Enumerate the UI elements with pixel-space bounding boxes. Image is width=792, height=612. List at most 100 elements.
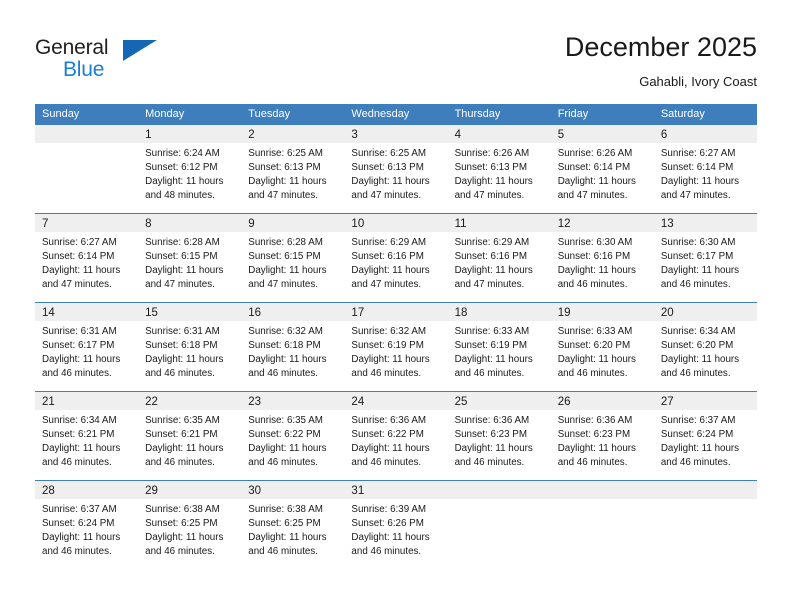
calendar-page: General Blue December 2025 Gahabli, Ivor…	[0, 0, 792, 612]
day-cell[interactable]: 24 Sunrise: 6:36 AM Sunset: 6:22 PM Dayligh…	[344, 392, 448, 480]
week-row: 1 Sunrise: 6:24 AM Sunset: 6:12 PM Daylight…	[35, 124, 757, 213]
daylight-text-line1: Daylight: 11 hours	[248, 176, 327, 188]
sunrise-text: Sunrise: 6:30 AM	[557, 237, 633, 248]
day-number: 4	[454, 129, 461, 141]
day-cell[interactable]: 31 Sunrise: 6:39 AM Sunset: 6:26 PM Dayligh…	[344, 481, 448, 569]
calendar-grid: Sunday Monday Tuesday Wednesday Thursday…	[35, 104, 757, 569]
day-cell[interactable]: 4 Sunrise: 6:26 AM Sunset: 6:13 PM Daylight…	[447, 125, 551, 213]
daylight-text-line1: Daylight: 11 hours	[145, 176, 224, 188]
day-number-bar: 17	[344, 303, 448, 321]
daylight-text-line1: Daylight: 11 hours	[454, 176, 533, 188]
day-cell[interactable]: 25 Sunrise: 6:36 AM Sunset: 6:23 PM Dayligh…	[447, 392, 551, 480]
sunrise-text: Sunrise: 6:29 AM	[351, 237, 427, 248]
day-cell[interactable]: 15 Sunrise: 6:31 AM Sunset: 6:18 PM Dayligh…	[138, 303, 242, 391]
day-cell[interactable]: 22 Sunrise: 6:35 AM Sunset: 6:21 PM Dayligh…	[138, 392, 242, 480]
day-cell[interactable]: 23 Sunrise: 6:35 AM Sunset: 6:22 PM Dayligh…	[241, 392, 345, 480]
day-cell[interactable]: 16 Sunrise: 6:32 AM Sunset: 6:18 PM Dayligh…	[241, 303, 345, 391]
daylight-text-line1: Daylight: 11 hours	[145, 443, 224, 455]
day-cell[interactable]: 8 Sunrise: 6:28 AM Sunset: 6:15 PM Daylight…	[138, 214, 242, 302]
day-number: 23	[248, 396, 262, 408]
day-number-bar	[447, 481, 551, 499]
weekday-header-tuesday: Tuesday	[248, 108, 291, 120]
sunrise-text: Sunrise: 6:31 AM	[42, 326, 117, 337]
day-number-bar: 25	[447, 392, 551, 410]
day-details: Sunrise: 6:35 AM Sunset: 6:22 PM Daylight:…	[241, 410, 344, 470]
day-number-bar: 8	[138, 214, 242, 232]
day-cell[interactable]: 1 Sunrise: 6:24 AM Sunset: 6:12 PM Daylight…	[138, 125, 242, 213]
daylight-text-line2: and 46 minutes.	[145, 368, 215, 380]
day-details	[448, 499, 551, 503]
day-number: 1	[145, 129, 152, 141]
day-cell[interactable]: 12 Sunrise: 6:30 AM Sunset: 6:16 PM Dayligh…	[550, 214, 654, 302]
sunrise-text: Sunrise: 6:32 AM	[351, 326, 427, 337]
day-cell[interactable]: 3 Sunrise: 6:25 AM Sunset: 6:13 PM Daylight…	[344, 125, 448, 213]
sunrise-text: Sunrise: 6:33 AM	[557, 326, 633, 337]
sunset-text: Sunset: 6:19 PM	[454, 340, 527, 352]
day-number-bar: 9	[241, 214, 345, 232]
day-number-bar: 19	[550, 303, 654, 321]
day-number-bar	[550, 481, 654, 499]
day-cell[interactable]: 20 Sunrise: 6:34 AM Sunset: 6:20 PM Dayligh…	[653, 303, 757, 391]
logo-text-blue: Blue	[63, 58, 105, 81]
sunset-text: Sunset: 6:22 PM	[351, 429, 424, 441]
sunrise-text: Sunrise: 6:36 AM	[454, 415, 530, 426]
week-row: 21 Sunrise: 6:34 AM Sunset: 6:21 PM Dayligh…	[35, 391, 757, 480]
day-number-bar: 4	[447, 125, 551, 143]
day-number: 11	[454, 218, 467, 230]
day-cell[interactable]: 5 Sunrise: 6:26 AM Sunset: 6:14 PM Daylight…	[550, 125, 654, 213]
day-number-bar: 20	[653, 303, 757, 321]
day-cell[interactable]: 10 Sunrise: 6:29 AM Sunset: 6:16 PM Dayligh…	[344, 214, 448, 302]
day-cell-empty	[447, 481, 551, 569]
daylight-text-line2: and 46 minutes.	[351, 457, 422, 469]
sunrise-text: Sunrise: 6:38 AM	[248, 504, 323, 515]
day-cell[interactable]: 9 Sunrise: 6:28 AM Sunset: 6:15 PM Daylight…	[241, 214, 345, 302]
week-row: 28 Sunrise: 6:37 AM Sunset: 6:24 PM Dayligh…	[35, 480, 757, 569]
daylight-text-line2: and 47 minutes.	[248, 279, 318, 291]
daylight-text-line2: and 46 minutes.	[248, 546, 318, 558]
sunset-text: Sunset: 6:23 PM	[454, 429, 527, 441]
day-cell[interactable]: 6 Sunrise: 6:27 AM Sunset: 6:14 PM Daylight…	[653, 125, 757, 213]
day-cell[interactable]: 14 Sunrise: 6:31 AM Sunset: 6:17 PM Dayligh…	[35, 303, 139, 391]
day-number: 27	[660, 396, 674, 408]
day-details: Sunrise: 6:36 AM Sunset: 6:23 PM Daylight:…	[551, 410, 654, 470]
daylight-text-line2: and 47 minutes.	[660, 190, 731, 202]
day-number: 30	[248, 485, 262, 497]
day-number-bar: 6	[653, 125, 757, 143]
day-details: Sunrise: 6:31 AM Sunset: 6:18 PM Daylight:…	[138, 321, 241, 381]
day-details: Sunrise: 6:25 AM Sunset: 6:13 PM Daylight:…	[241, 143, 344, 203]
weekday-header-sunday: Sunday	[42, 108, 80, 120]
day-cell[interactable]: 18 Sunrise: 6:33 AM Sunset: 6:19 PM Dayligh…	[447, 303, 551, 391]
daylight-text-line2: and 47 minutes.	[454, 279, 525, 291]
day-cell[interactable]: 21 Sunrise: 6:34 AM Sunset: 6:21 PM Dayligh…	[35, 392, 139, 480]
day-cell[interactable]: 11 Sunrise: 6:29 AM Sunset: 6:16 PM Dayligh…	[447, 214, 551, 302]
day-number: 18	[454, 307, 468, 319]
day-cell[interactable]: 17 Sunrise: 6:32 AM Sunset: 6:19 PM Dayligh…	[344, 303, 448, 391]
weekday-header-wednesday: Wednesday	[351, 108, 410, 120]
sunset-text: Sunset: 6:20 PM	[660, 340, 734, 352]
day-cell[interactable]: 13 Sunrise: 6:30 AM Sunset: 6:17 PM Dayligh…	[653, 214, 757, 302]
daylight-text-line2: and 46 minutes.	[660, 457, 731, 469]
daylight-text-line1: Daylight: 11 hours	[454, 354, 533, 366]
day-details: Sunrise: 6:39 AM Sunset: 6:26 PM Daylight:…	[344, 499, 447, 559]
day-cell[interactable]: 29 Sunrise: 6:38 AM Sunset: 6:25 PM Dayligh…	[138, 481, 242, 569]
day-cell[interactable]: 7 Sunrise: 6:27 AM Sunset: 6:14 PM Daylight…	[35, 214, 139, 302]
day-details	[35, 143, 138, 147]
day-cell[interactable]: 19 Sunrise: 6:33 AM Sunset: 6:20 PM Dayligh…	[550, 303, 654, 391]
sunrise-text: Sunrise: 6:29 AM	[454, 237, 530, 248]
daylight-text-line2: and 46 minutes.	[454, 368, 525, 380]
day-cell[interactable]: 28 Sunrise: 6:37 AM Sunset: 6:24 PM Dayligh…	[35, 481, 139, 569]
daylight-text-line1: Daylight: 11 hours	[660, 443, 740, 455]
day-details: Sunrise: 6:28 AM Sunset: 6:15 PM Daylight:…	[138, 232, 241, 292]
day-cell[interactable]: 27 Sunrise: 6:37 AM Sunset: 6:24 PM Dayligh…	[653, 392, 757, 480]
week-row: 14 Sunrise: 6:31 AM Sunset: 6:17 PM Dayligh…	[35, 302, 757, 391]
weekday-header-row: Sunday Monday Tuesday Wednesday Thursday…	[35, 104, 757, 124]
day-number: 25	[454, 396, 468, 408]
day-cell[interactable]: 30 Sunrise: 6:38 AM Sunset: 6:25 PM Dayligh…	[241, 481, 345, 569]
day-details: Sunrise: 6:29 AM Sunset: 6:16 PM Daylight:…	[344, 232, 447, 292]
day-cell[interactable]: 26 Sunrise: 6:36 AM Sunset: 6:23 PM Dayligh…	[550, 392, 654, 480]
day-details: Sunrise: 6:32 AM Sunset: 6:18 PM Daylight:…	[241, 321, 344, 381]
day-cell[interactable]: 2 Sunrise: 6:25 AM Sunset: 6:13 PM Daylight…	[241, 125, 345, 213]
day-details: Sunrise: 6:37 AM Sunset: 6:24 PM Daylight:…	[654, 410, 757, 470]
day-number-bar	[35, 125, 139, 143]
daylight-text-line2: and 47 minutes.	[42, 279, 112, 291]
